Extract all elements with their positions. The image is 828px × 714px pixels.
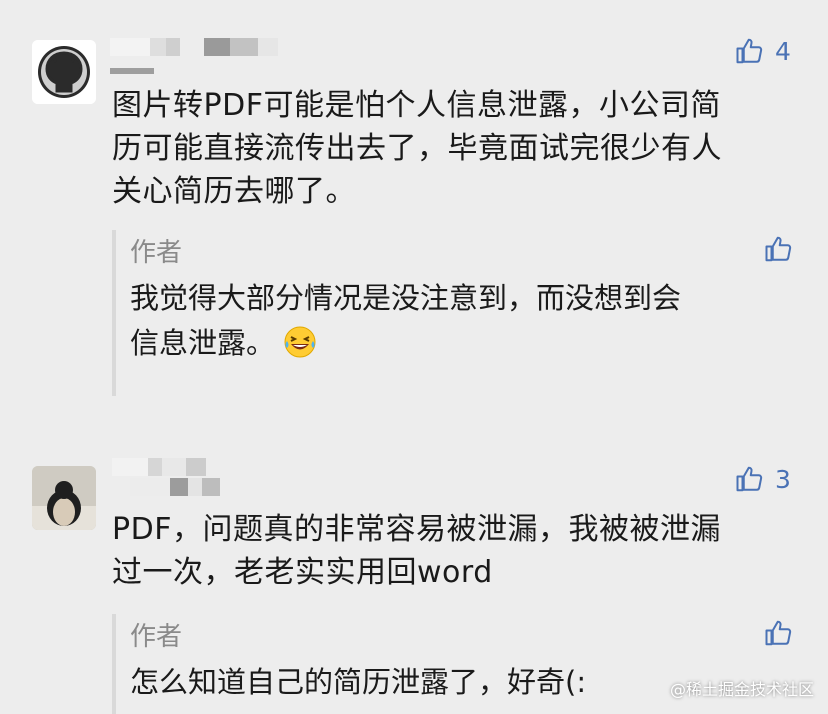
penguin-avatar-icon [32, 466, 96, 530]
masked-username-2 [112, 458, 206, 476]
thumbs-up-icon [765, 620, 792, 646]
comment-2-line-1: PDF，问题真的非常容易被泄漏，我被被泄漏 [112, 512, 721, 547]
comment-1-line-3: 关心简历去哪了。 [112, 174, 356, 209]
reply-text-2: 怎么知道自己的简历泄露了，好奇(: [130, 660, 586, 705]
comment-1-line-1: 图片转PDF可能是怕个人信息泄露，小公司简 [112, 88, 721, 123]
like-count-1: 4 [775, 36, 791, 66]
masked-username-1-row2 [110, 68, 154, 74]
comment-1-line-2: 历可能直接流传出去了，毕竟面试完很少有人 [112, 131, 722, 166]
laughing-emoji-icon [284, 326, 316, 358]
reply-like-button-1[interactable] [764, 234, 794, 268]
github-avatar-icon [32, 40, 96, 104]
user-avatar-1[interactable] [32, 40, 96, 104]
comment-text-1: 图片转PDF可能是怕个人信息泄露，小公司简 历可能直接流传出去了，毕竟面试完很少… [112, 84, 722, 213]
like-button-2[interactable]: 3 [735, 464, 791, 494]
thumbs-up-icon [765, 236, 792, 262]
masked-username-2-row2 [130, 478, 220, 496]
watermark: @稀土掘金技术社区 [669, 680, 814, 699]
masked-username-1 [110, 38, 278, 56]
reply-1-line-2-text: 信息泄露。 [130, 326, 276, 360]
reply-divider-2 [112, 614, 116, 714]
reply-author-1: 作者 [130, 238, 183, 268]
thumbs-up-icon [736, 466, 763, 492]
reply-divider-1 [112, 230, 116, 396]
like-button-1[interactable]: 4 [735, 36, 791, 66]
reply-text-1: 我觉得大部分情况是没注意到，而没想到会 信息泄露。 [130, 276, 681, 366]
reply-author-2: 作者 [130, 622, 183, 652]
reply-like-button-2[interactable] [764, 618, 794, 652]
reply-2-line-1: 怎么知道自己的简历泄露了，好奇(: [130, 665, 587, 699]
like-count-2: 3 [775, 464, 791, 494]
user-avatar-2[interactable] [32, 466, 96, 530]
thumbs-up-icon [736, 38, 763, 64]
comment-2-line-2: 过一次，老老实实用回word [112, 555, 493, 590]
reply-1-line-2: 信息泄露。 [130, 321, 681, 366]
reply-1-line-1: 我觉得大部分情况是没注意到，而没想到会 [130, 281, 682, 315]
comment-text-2: PDF，问题真的非常容易被泄漏，我被被泄漏 过一次，老老实实用回word [112, 508, 721, 594]
